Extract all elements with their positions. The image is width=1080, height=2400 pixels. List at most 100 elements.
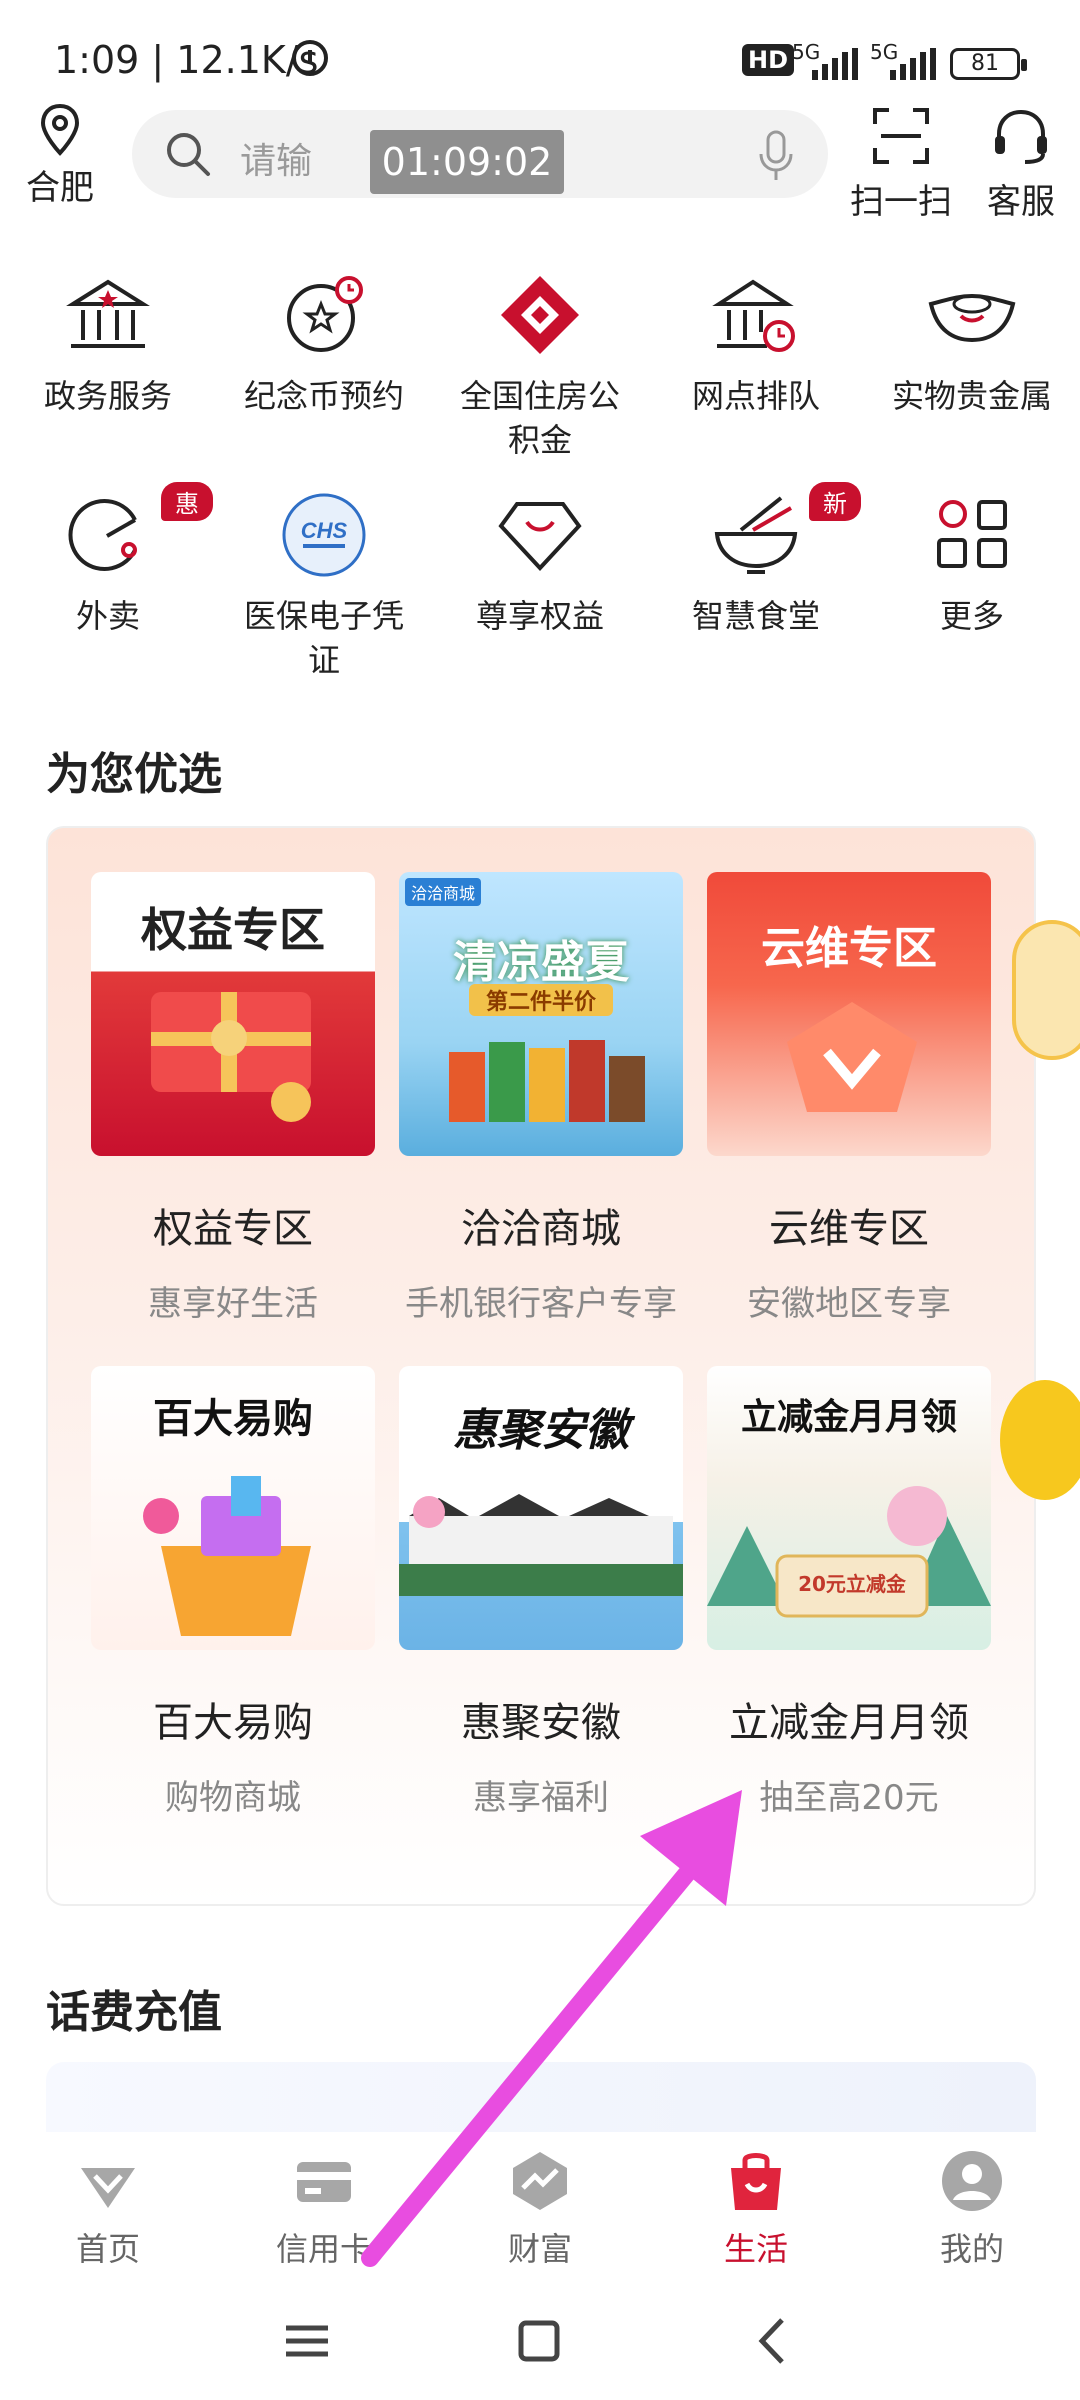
pick-yunwei-zone[interactable]: 云维专区 云维专区 安徽地区专享 (704, 872, 994, 1325)
service-smart-canteen[interactable]: 新 智慧食堂 (648, 482, 864, 638)
tab-label: 财富 (507, 2230, 572, 2268)
service-commemorative-coin[interactable]: 纪念币预约 (216, 270, 432, 418)
scan-button[interactable]: 扫一扫 (846, 106, 956, 223)
status-bar: 1:09 | 12.1K/s HD 5G 5G 81 (0, 0, 1080, 100)
status-time: 1:09 | 12.1K/s (54, 38, 319, 82)
tab-label: 我的 (939, 2230, 1004, 2268)
pick-title: 百大易购 (153, 1700, 313, 1746)
pick-monthly-discount[interactable]: 立减金月月领 20元立减金 立减金月月领 抽至高20元 (704, 1366, 994, 1819)
pick-subtitle: 安徽地区专享 (747, 1284, 951, 1324)
menu-nav-icon[interactable] (272, 2306, 342, 2376)
pick-huiju-anhui[interactable]: 惠聚安徽 惠聚安徽 惠享福利 (396, 1366, 686, 1819)
timer-overlay: 01:09:02 (370, 130, 564, 194)
pick-subtitle: 惠享福利 (473, 1778, 609, 1818)
home-nav-icon[interactable] (504, 2306, 574, 2376)
service-label: 外卖 (75, 597, 140, 635)
headset-icon (991, 106, 1051, 166)
service-branch-queue[interactable]: 网点排队 (648, 270, 864, 418)
service-label: 尊享权益 (475, 597, 604, 635)
grid-more-icon (927, 490, 1017, 580)
pick-subtitle: 购物商城 (165, 1778, 301, 1818)
pick-title: 立减金月月领 (729, 1700, 969, 1746)
housing-fund-logo-icon (495, 270, 585, 360)
tab-wealth[interactable]: 财富 (432, 2148, 648, 2270)
baida-thumbnail: 百大易购 (91, 1366, 375, 1650)
service-government[interactable]: 政务服务 (0, 270, 216, 418)
pick-benefits-zone[interactable]: 权益专区 权益专区 惠享好生活 (88, 872, 378, 1325)
shopping-bag-icon (723, 2148, 789, 2214)
benefits-thumbnail: 权益专区 (91, 872, 375, 1156)
bottom-tab-bar: 首页 信用卡 财富 生活 我的 (0, 2132, 1080, 2282)
service-label: 智慧食堂 (691, 597, 820, 635)
service-label: 客服 (987, 182, 1055, 222)
location-label: 合肥 (26, 168, 94, 208)
signal-icon (812, 48, 858, 80)
wealth-icon (507, 2148, 573, 2214)
tab-label: 首页 (75, 2230, 140, 2268)
branch-queue-icon (711, 270, 801, 360)
system-navigation-bar (0, 2282, 1080, 2400)
promo-badge: 惠 (161, 482, 213, 521)
top-header: 合肥 请输 01:09:02 扫一扫 客服 (0, 100, 1080, 230)
tab-mine[interactable]: 我的 (864, 2148, 1080, 2270)
pick-baida-shopping[interactable]: 百大易购 百大易购 购物商城 (88, 1366, 378, 1819)
service-label: 全国住房公积金 (459, 377, 620, 459)
service-label: 政务服务 (43, 377, 172, 415)
tab-life[interactable]: 生活 (648, 2148, 864, 2270)
tab-credit-card[interactable]: 信用卡 (216, 2148, 432, 2270)
service-takeout[interactable]: 惠 外卖 (0, 482, 216, 638)
service-label: 实物贵金属 (891, 377, 1052, 415)
huiju-thumbnail: 惠聚安徽 (399, 1366, 683, 1650)
scan-icon (871, 106, 931, 166)
microphone-icon[interactable] (758, 130, 794, 182)
location-pin-icon (40, 103, 80, 156)
chs-medical-icon: CHS (279, 490, 369, 580)
customer-service-button[interactable]: 客服 (966, 106, 1076, 223)
service-more[interactable]: 更多 (864, 490, 1080, 638)
new-badge: 新 (809, 482, 861, 521)
credit-card-icon (291, 2148, 357, 2214)
search-placeholder: 请输 (240, 141, 313, 182)
service-label: 医保电子凭证 (243, 597, 404, 679)
pick-subtitle: 惠享好生活 (148, 1284, 318, 1324)
profile-icon (939, 2148, 1005, 2214)
floating-mascot-icon[interactable] (1000, 1380, 1080, 1500)
diamond-icon (495, 490, 585, 580)
discount-thumbnail: 立减金月月领 20元立减金 (707, 1366, 991, 1650)
picks-section-title: 为您优选 (46, 749, 222, 800)
signal-icon-2 (890, 48, 936, 80)
search-icon (164, 130, 212, 178)
tab-home[interactable]: 首页 (0, 2148, 216, 2270)
home-diamond-icon (75, 2148, 141, 2214)
service-exclusive-benefits[interactable]: 尊享权益 (432, 490, 648, 638)
service-label: 更多 (939, 597, 1004, 635)
bowl-icon: 新 (711, 482, 861, 580)
pick-subtitle: 手机银行客户专享 (405, 1284, 677, 1324)
recharge-card[interactable] (46, 2062, 1036, 2132)
gold-ingot-icon (927, 270, 1017, 360)
tab-label: 生活 (723, 2230, 788, 2268)
battery-indicator: 81 (950, 48, 1027, 80)
tab-label: 信用卡 (275, 2230, 372, 2268)
search-bar[interactable]: 请输 01:09:02 (132, 110, 828, 198)
pick-title: 云维专区 (769, 1206, 929, 1252)
recharge-section-title: 话费充值 (46, 1987, 222, 2038)
pick-title: 权益专区 (153, 1206, 313, 1252)
service-label: 纪念币预约 (243, 377, 404, 415)
scan-label: 扫一扫 (850, 182, 952, 222)
service-precious-metal[interactable]: 实物贵金属 (864, 270, 1080, 418)
pick-title: 洽洽商城 (461, 1206, 621, 1252)
service-housing-fund[interactable]: 全国住房公积金 (432, 270, 648, 462)
svg-text:CHS: CHS (301, 518, 348, 543)
service-medical-insurance[interactable]: CHS 医保电子凭证 (216, 490, 432, 682)
pick-title: 惠聚安徽 (461, 1700, 621, 1746)
picks-card: 权益专区 权益专区 惠享好生活 洽洽商城 清凉盛夏 第二件半价 洽洽商城 手机银… (46, 826, 1036, 1906)
pick-qiaqia-mall[interactable]: 洽洽商城 清凉盛夏 第二件半价 洽洽商城 手机银行客户专享 (396, 872, 686, 1325)
yunwei-thumbnail: 云维专区 (707, 872, 991, 1156)
location-selector[interactable]: 合肥 (20, 100, 100, 209)
service-label: 网点排队 (691, 377, 820, 415)
pick-subtitle: 抽至高20元 (759, 1778, 939, 1818)
back-nav-icon[interactable] (738, 2306, 808, 2376)
coin-star-icon (279, 270, 369, 360)
floating-promo-icon[interactable] (1012, 920, 1080, 1060)
